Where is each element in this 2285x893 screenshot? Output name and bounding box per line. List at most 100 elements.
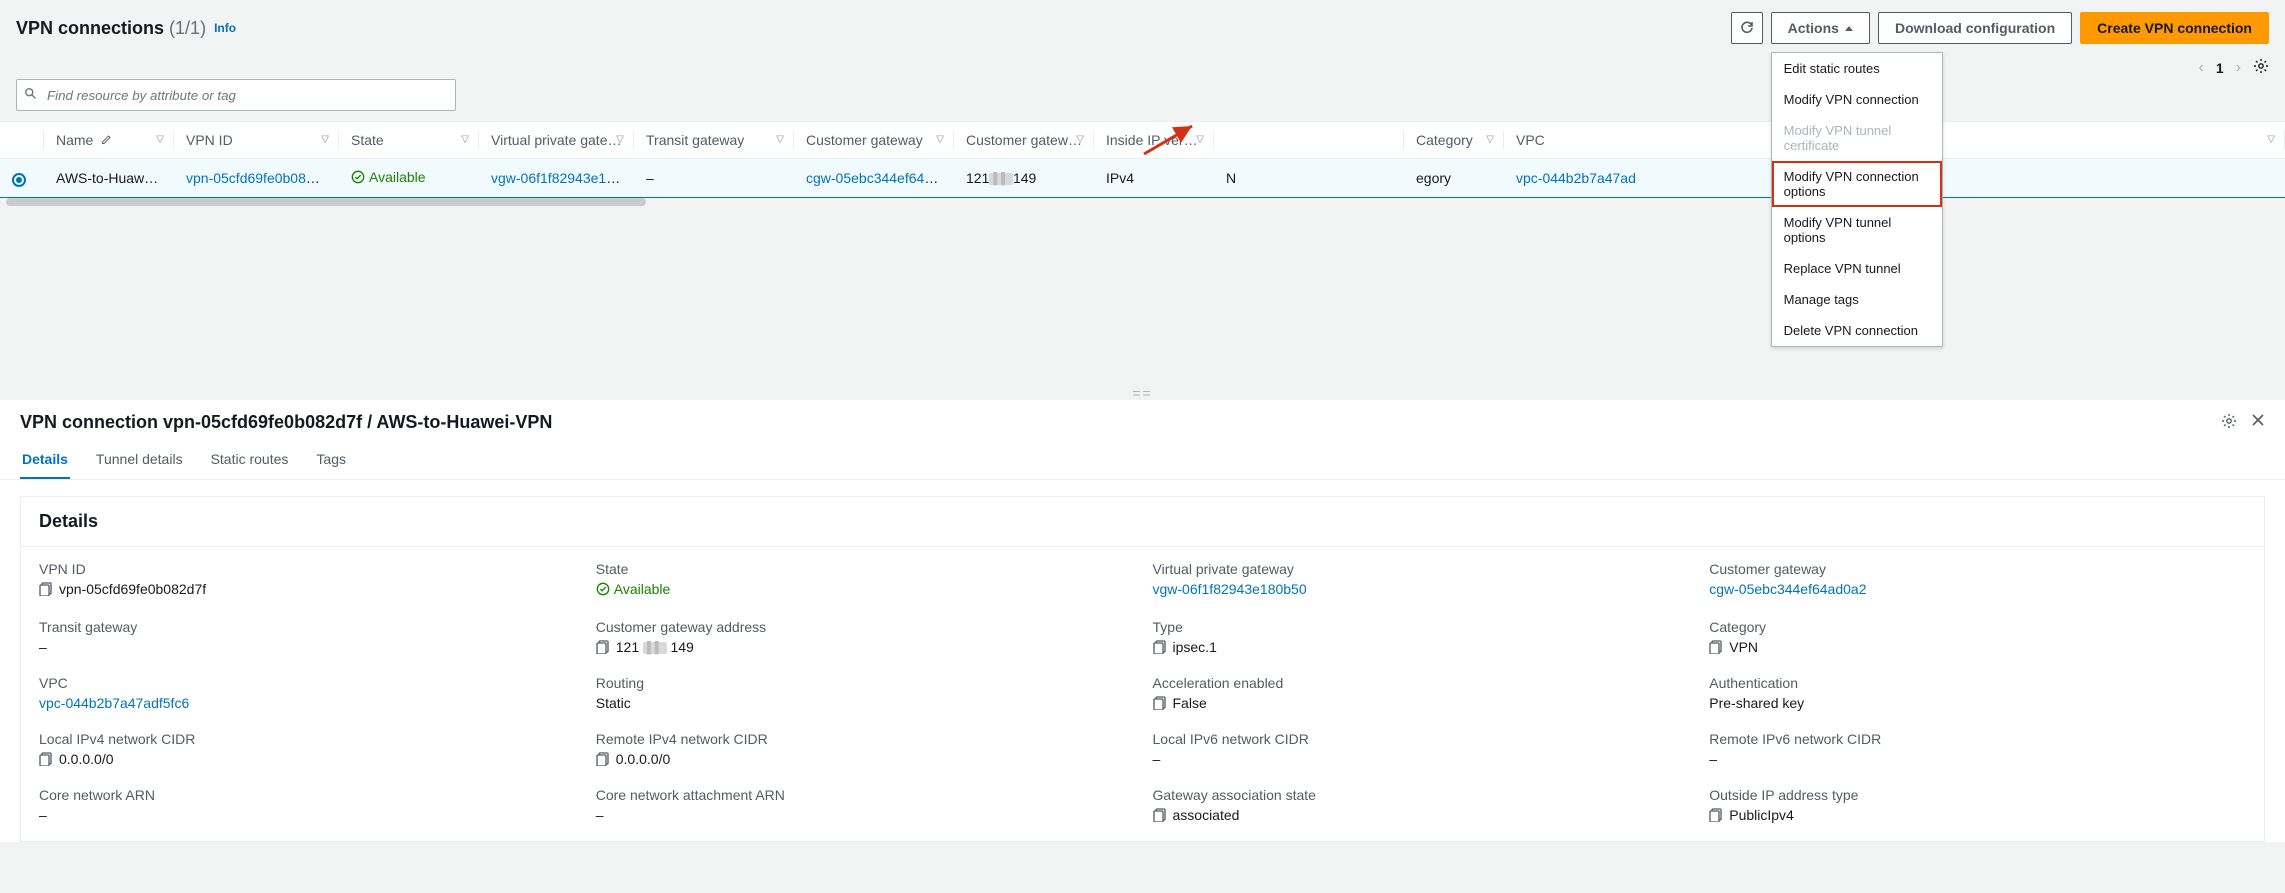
cell-cgw[interactable]: cgw-05ebc344ef64ad0a2 <box>806 170 954 186</box>
actions-menu-item: Modify VPN tunnel certificate <box>1772 115 1942 161</box>
cell-category: egory <box>1404 159 1504 198</box>
detail-label: Outside IP address type <box>1709 787 2246 803</box>
col-header[interactable]: Category▽ <box>1404 122 1504 159</box>
check-circle-icon <box>351 170 365 184</box>
detail-label: Acceleration enabled <box>1153 675 1690 691</box>
col-header[interactable]: Name ▽ <box>44 122 174 159</box>
actions-menu-item[interactable]: Delete VPN connection <box>1772 315 1942 346</box>
create-vpn-button[interactable]: Create VPN connection <box>2080 12 2269 44</box>
pager-page: 1 <box>2216 60 2224 76</box>
detail-field: AuthenticationPre-shared key <box>1709 675 2246 711</box>
tab-tags[interactable]: Tags <box>314 441 348 479</box>
copy-icon[interactable] <box>1153 807 1167 823</box>
col-header[interactable]: Customer gateway▽ <box>794 122 954 159</box>
actions-dropdown: Edit static routesModify VPN connectionM… <box>1771 52 1943 347</box>
col-header[interactable]: State▽ <box>339 122 479 159</box>
check-circle-icon <box>596 582 610 596</box>
detail-link[interactable]: cgw-05ebc344ef64ad0a2 <box>1709 581 1866 597</box>
detail-value: Available <box>596 581 1133 599</box>
copy-icon[interactable] <box>596 751 610 767</box>
detail-field: Local IPv6 network CIDR– <box>1153 731 1690 767</box>
actions-menu-item[interactable]: Modify VPN connection <box>1772 84 1942 115</box>
actions-label: Actions <box>1788 20 1839 36</box>
chevron-up-icon <box>1845 26 1853 31</box>
copy-icon[interactable] <box>596 639 610 655</box>
copy-icon[interactable] <box>1709 807 1723 823</box>
info-link[interactable]: Info <box>214 21 236 35</box>
cell-vgw[interactable]: vgw-06f1f82943e180b50 <box>491 170 634 186</box>
detail-label: VPC <box>39 675 576 691</box>
actions-button[interactable]: Actions <box>1771 12 1870 44</box>
detail-link[interactable]: vgw-06f1f82943e180b50 <box>1153 581 1307 597</box>
detail-field: Customer gatewaycgw-05ebc344ef64ad0a2 <box>1709 561 2246 599</box>
detail-field: Remote IPv4 network CIDR0.0.0.0/0 <box>596 731 1133 767</box>
pager-next[interactable]: › <box>2236 59 2241 77</box>
detail-label: Routing <box>596 675 1133 691</box>
annotation-arrow <box>1140 118 1200 158</box>
row-radio[interactable] <box>12 173 26 187</box>
detail-value: 121 ▌▌ 149 <box>596 639 1133 655</box>
cell-vpn-id[interactable]: vpn-05cfd69fe0b082d7f <box>186 170 333 186</box>
actions-menu-item[interactable]: Manage tags <box>1772 284 1942 315</box>
detail-field: Outside IP address type PublicIpv4 <box>1709 787 2246 823</box>
col-header[interactable] <box>1214 122 1404 159</box>
detail-field: Core network attachment ARN– <box>596 787 1133 823</box>
actions-menu-item[interactable]: Modify VPN tunnel options <box>1772 207 1942 253</box>
detail-label: Virtual private gateway <box>1153 561 1690 577</box>
col-header[interactable]: Virtual private gateway▽ <box>479 122 634 159</box>
actions-menu-item[interactable]: Modify VPN connection options <box>1772 161 1942 207</box>
detail-label: Customer gateway address <box>596 619 1133 635</box>
detail-value: – <box>39 807 576 823</box>
copy-icon[interactable] <box>1153 695 1167 711</box>
detail-value: 0.0.0.0/0 <box>596 751 1133 767</box>
col-header[interactable]: Customer gateway add...▽ <box>954 122 1094 159</box>
cell-inside-ip: IPv4 <box>1094 159 1214 198</box>
cell-name: AWS-to-Huawei-VPN <box>44 159 174 198</box>
detail-label: Transit gateway <box>39 619 576 635</box>
download-config-button[interactable]: Download configuration <box>1878 12 2072 44</box>
cell-blank: N <box>1214 159 1404 198</box>
split-handle[interactable]: == <box>0 386 2285 400</box>
detail-label: Core network attachment ARN <box>596 787 1133 803</box>
detail-value: ipsec.1 <box>1153 639 1690 655</box>
detail-link[interactable]: vpc-044b2b7a47adf5fc6 <box>39 695 189 711</box>
copy-icon[interactable] <box>1709 639 1723 655</box>
detail-field: CategoryVPN <box>1709 619 2246 655</box>
refresh-button[interactable] <box>1731 12 1763 44</box>
copy-icon[interactable] <box>1153 639 1167 655</box>
pager-prev[interactable]: ‹ <box>2199 59 2204 77</box>
detail-field: Gateway association stateassociated <box>1153 787 1690 823</box>
detail-value: Static <box>596 695 1133 711</box>
detail-value: – <box>39 639 576 655</box>
tab-details[interactable]: Details <box>20 441 70 479</box>
detail-value: vgw-06f1f82943e180b50 <box>1153 581 1690 597</box>
actions-menu-item[interactable]: Edit static routes <box>1772 53 1942 84</box>
detail-label: Authentication <box>1709 675 2246 691</box>
detail-value: vpc-044b2b7a47adf5fc6 <box>39 695 576 711</box>
detail-field: VPC vpc-044b2b7a47adf5fc6 <box>39 675 576 711</box>
settings-icon[interactable] <box>2253 58 2269 77</box>
copy-icon[interactable] <box>39 581 53 597</box>
detail-label: Core network ARN <box>39 787 576 803</box>
page-title: VPN connections (1/1) <box>16 18 206 39</box>
col-header[interactable]: Transit gateway▽ <box>634 122 794 159</box>
col-header[interactable]: VPN ID▽ <box>174 122 339 159</box>
detail-field: Local IPv4 network CIDR0.0.0.0/0 <box>39 731 576 767</box>
page-title-text: VPN connections <box>16 18 164 38</box>
detail-label: Gateway association state <box>1153 787 1690 803</box>
detail-value: – <box>1153 751 1690 767</box>
cell-vpc[interactable]: vpc-044b2b7a47ad <box>1516 170 1636 186</box>
detail-field: StateAvailable <box>596 561 1133 599</box>
detail-settings-icon[interactable] <box>2221 413 2237 432</box>
copy-icon[interactable] <box>39 751 53 767</box>
detail-value: – <box>1709 751 2246 767</box>
detail-field: Acceleration enabledFalse <box>1153 675 1690 711</box>
tab-static-routes[interactable]: Static routes <box>209 441 291 479</box>
search-input[interactable] <box>16 79 456 111</box>
tab-tunnel-details[interactable]: Tunnel details <box>94 441 185 479</box>
detail-value: PublicIpv4 <box>1709 807 2246 823</box>
col-select <box>0 122 44 159</box>
detail-close-icon[interactable] <box>2251 413 2265 432</box>
actions-menu-item[interactable]: Replace VPN tunnel <box>1772 253 1942 284</box>
detail-label: Local IPv4 network CIDR <box>39 731 576 747</box>
